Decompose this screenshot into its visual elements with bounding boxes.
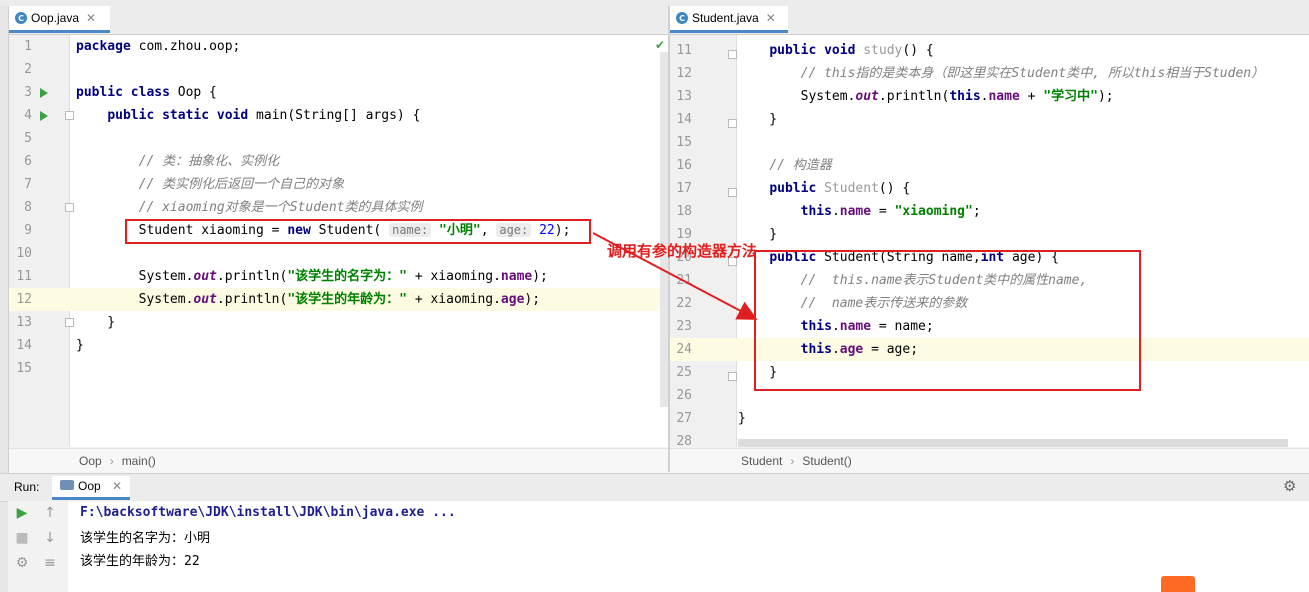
run-label: Run: <box>14 480 40 494</box>
arrow-down-icon[interactable]: ↓ <box>40 530 60 546</box>
gear-icon[interactable]: ⚙ <box>1283 477 1296 495</box>
run-tab-oop[interactable]: Oop ✕ <box>52 476 130 500</box>
console-output[interactable]: F:\backsoftware\JDK\install\JDK\bin\java… <box>68 501 1309 592</box>
rerun-icon[interactable]: ▶ <box>12 505 32 521</box>
run-tool-bar: Run: Oop ✕ ⚙ <box>0 473 1309 502</box>
run-tab-label: Oop <box>78 479 101 493</box>
console-icon <box>60 480 74 490</box>
wrench-icon[interactable]: ⚙ <box>12 555 32 571</box>
console-line: 该学生的年龄为：22 <box>80 554 200 569</box>
stop-icon[interactable]: ■ <box>12 530 32 546</box>
arrow-up-icon[interactable]: ↑ <box>40 505 60 521</box>
annotation-label: 调用有参的构造器方法 <box>607 242 758 260</box>
soft-wrap-icon[interactable]: ≡ <box>40 555 60 571</box>
console-command: F:\backsoftware\JDK\install\JDK\bin\java… <box>80 505 456 520</box>
close-icon[interactable]: ✕ <box>112 479 122 493</box>
console-line: 该学生的名字为：小明 <box>80 531 211 546</box>
ime-logo-icon[interactable] <box>1161 576 1195 592</box>
